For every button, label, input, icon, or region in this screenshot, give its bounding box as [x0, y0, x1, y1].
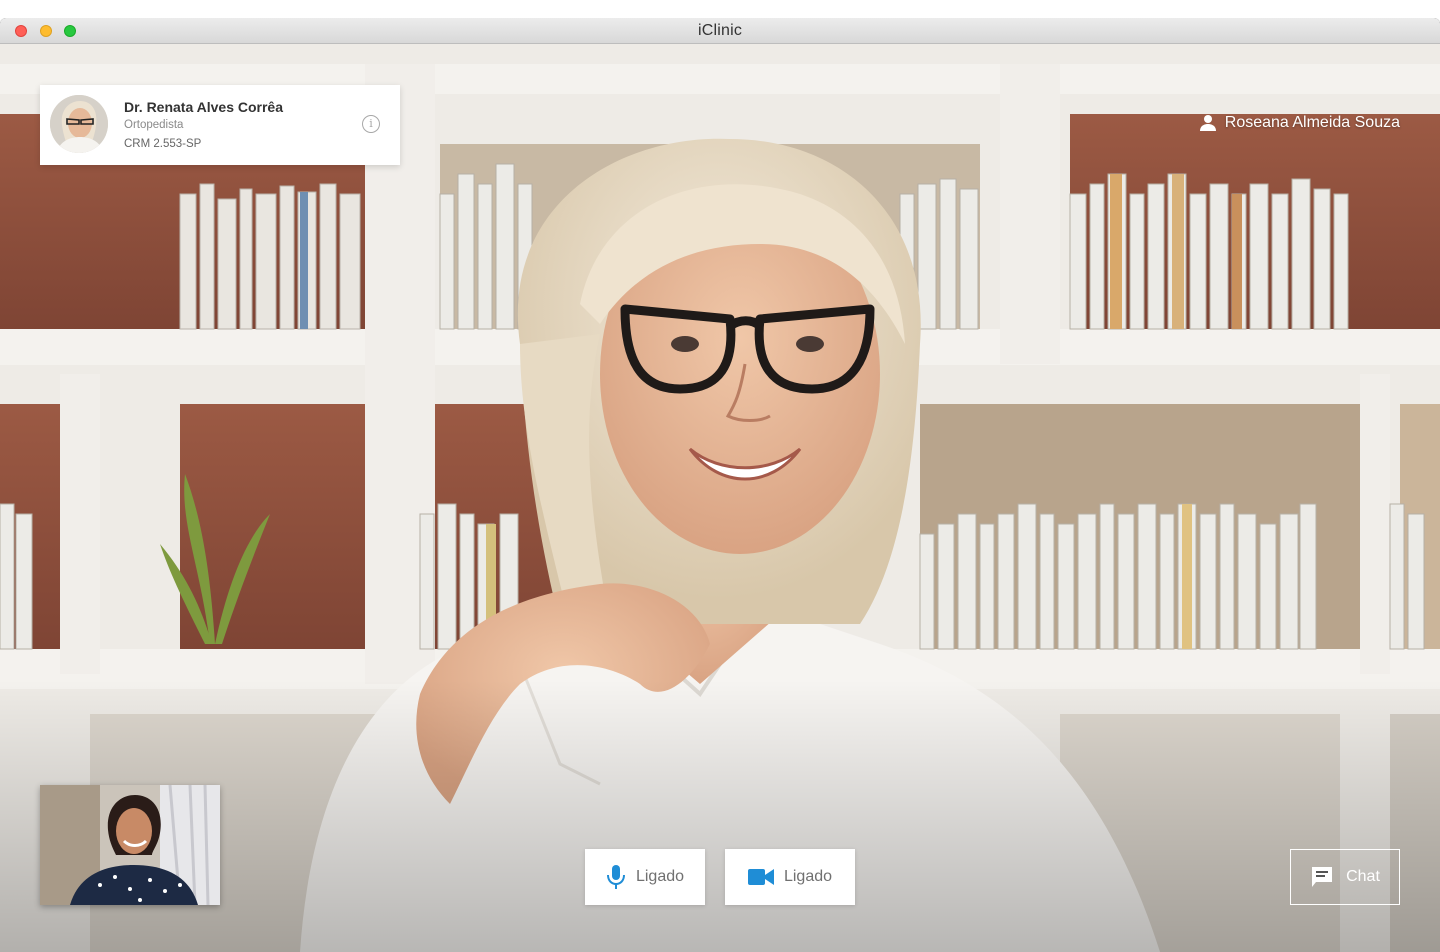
- doctor-avatar: [50, 95, 108, 153]
- self-video-preview[interactable]: [40, 785, 220, 905]
- chat-button-label: Chat: [1346, 868, 1380, 885]
- app-window: iClinic Dr. Renata Alves Corrêa Ortopedi…: [0, 18, 1440, 952]
- chat-icon: [1312, 867, 1333, 887]
- patient-label: Roseana Almeida Souza: [1199, 114, 1400, 132]
- microphone-status-label: Ligado: [635, 868, 685, 885]
- patient-name: Roseana Almeida Souza: [1224, 114, 1400, 131]
- title-bar: iClinic: [0, 18, 1440, 44]
- camera-toggle-button[interactable]: Ligado: [725, 849, 855, 905]
- camera-status-label: Ligado: [783, 868, 833, 885]
- chat-button[interactable]: Chat: [1290, 849, 1400, 905]
- doctor-crm: CRM 2.553-SP: [124, 138, 202, 150]
- microphone-icon: [606, 865, 625, 889]
- info-icon[interactable]: i: [362, 115, 380, 133]
- doctor-name: Dr. Renata Alves Corrêa: [124, 99, 283, 115]
- user-icon: [1199, 115, 1216, 131]
- microphone-toggle-button[interactable]: Ligado: [585, 849, 705, 905]
- window-title: iClinic: [697, 22, 743, 39]
- video-camera-icon: [747, 869, 774, 885]
- doctor-info-card: Dr. Renata Alves Corrêa Ortopedista CRM …: [40, 85, 400, 165]
- doctor-specialty: Ortopedista: [124, 119, 184, 131]
